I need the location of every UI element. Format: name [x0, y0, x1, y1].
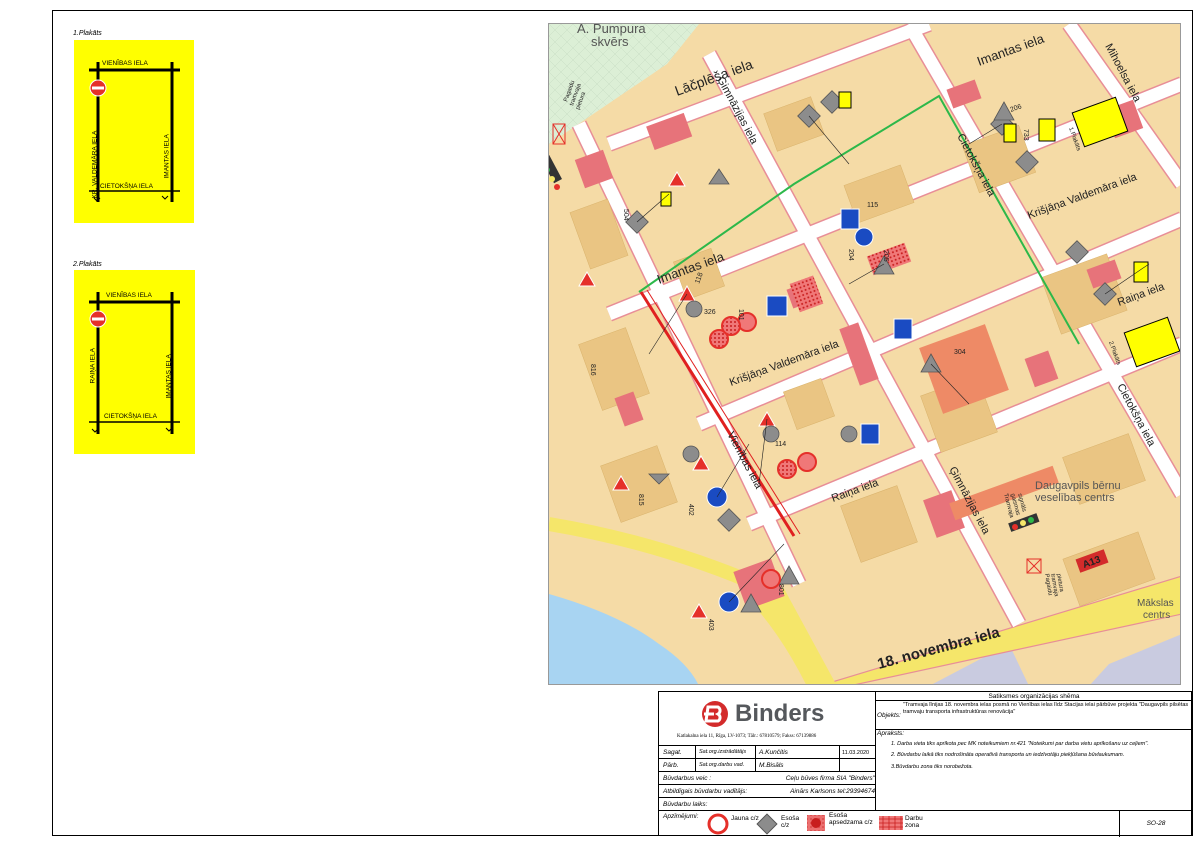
sign-label: 326 — [704, 309, 716, 316]
sign-label: 205 — [882, 250, 889, 262]
plakats-2-top-street: VIENĪBAS IELA — [106, 292, 152, 299]
sign-label: 816 — [589, 364, 596, 376]
blue-info-sign-icon — [766, 295, 788, 317]
apraksts-line-1: 1. Darba vieta tiks aprīkota pec MK note… — [891, 741, 1149, 747]
place-clinic-line1: Daugavpils bērnu — [1035, 480, 1121, 492]
yellow-sign-icon — [1133, 261, 1149, 283]
plakats-2-bottom-street: CIETOKŠŅA IELA — [104, 413, 157, 420]
sign-label: 504 — [622, 209, 629, 221]
new-sign-icon — [797, 452, 817, 472]
blue-info-sign-icon — [860, 423, 880, 445]
sign-label: 204 — [847, 249, 854, 261]
veic-value: Ceļu būves firma SIA "Binders" — [785, 775, 875, 782]
saget-label: Sagat. — [663, 749, 682, 756]
plakats-1-top-street: VIENĪBAS IELA — [102, 60, 148, 67]
plakats-1-bottom-street: CIETOKŠŅA IELA — [100, 183, 153, 190]
sign-label: 115 — [867, 202, 878, 209]
plakats-2-title: 2.Plakāts — [73, 261, 102, 268]
sheet-title: Satiksmes organizācijas shēma — [988, 693, 1080, 700]
parb-label: Pārb. — [663, 762, 679, 769]
saget-role: Sat.org.izstrādātājs — [699, 749, 747, 755]
plakats-2: VIENĪBAS IELA CIETOKŠŅA IELA RAIŅA IELA … — [74, 270, 195, 454]
blue-info-sign-icon — [893, 318, 913, 340]
parb-name: M.Bisāls — [759, 762, 784, 769]
blue-direction-sign-icon — [854, 227, 874, 247]
legend-covered-sign-icon — [807, 815, 825, 831]
sign-label: 101 — [737, 309, 744, 321]
title-block: Binders Katlakalna iela 11, Rīga, LV-107… — [658, 691, 1193, 837]
sign-label: 304 — [954, 349, 966, 356]
traffic-map: A13 Lāčplēša iela Imantas iela Imantas i… — [548, 23, 1181, 685]
place-skvers-line2: skvērs — [591, 34, 629, 49]
covered-sign-icon — [777, 459, 797, 479]
veic-label: Būvdarbus veic : — [663, 775, 712, 782]
apraksts-line-3: 3.Būvdarbu zona tiks norobežota. — [891, 764, 973, 770]
sign-label: 403 — [707, 619, 714, 631]
apz-label: Apzīmējumi: — [663, 813, 699, 820]
blue-info-sign-icon — [840, 208, 860, 230]
legend-work-zone-icon — [879, 816, 903, 830]
place-art-line2: centrs — [1143, 610, 1170, 621]
legend-work-zone-label: Darbu zona — [905, 815, 923, 829]
company-address: Katlakalna iela 11, Rīga, LV-1073; Tālr.… — [677, 734, 817, 739]
yellow-sign-icon — [660, 191, 672, 207]
place-art-line1: Mākslas — [1137, 598, 1174, 609]
plakats-1-left-street: KR. VALDEMĀRA IELA — [91, 130, 99, 199]
saget-date: 11.03.2020 — [842, 750, 870, 756]
sheet-number: SO-28 — [1146, 820, 1166, 827]
yellow-sign-icon — [1038, 118, 1056, 142]
sign-label: 815 — [637, 494, 644, 506]
company-logo: Binders — [699, 700, 829, 730]
objekts-label: Objekts: — [877, 712, 901, 719]
legend-covered-sign-label: Esoša apsedzama c/z — [829, 812, 873, 826]
place-clinic-line2: veselības centrs — [1035, 492, 1115, 504]
legend-existing-sign-label: Esoša c/z — [781, 815, 800, 829]
sign-label: 801 — [777, 584, 784, 596]
map-canvas: A13 Lāčplēša iela Imantas iela Imantas i… — [549, 24, 1180, 684]
existing-sign-icon — [682, 445, 700, 463]
parb-role: Sat.org.darbu vad. — [699, 762, 745, 768]
apraksts-line-2: 2. Būvdarbu laikā tiks nodrošināta opera… — [891, 752, 1125, 758]
sign-label: 402 — [687, 504, 694, 516]
legend-new-sign-icon — [707, 813, 729, 835]
yellow-sign-icon — [1003, 123, 1017, 143]
sign-label: 733 — [1022, 129, 1029, 141]
saget-name: A.Kunčitis — [759, 749, 788, 756]
objekts-text: "Tramvaja līnijas 18. novembra ielas pos… — [903, 702, 1189, 715]
plakats-1-right-street: IMANTAS IELA — [163, 134, 171, 179]
plakats-1: VIENĪBAS IELA CIETOKŠŅA IELA KR. VALDEMĀ… — [74, 40, 194, 223]
existing-sign-icon — [685, 300, 703, 318]
logo-mark-icon — [702, 701, 728, 727]
plakats-2-right-street: IMANTAS IELA — [165, 354, 173, 399]
vaditajs-value: Ainārs Karlsons tel:29394674 — [790, 788, 875, 795]
apraksts-label: Apraksts: — [877, 730, 905, 737]
sign-label: 114 — [775, 441, 786, 448]
existing-sign-icon — [840, 425, 858, 443]
logo-text: Binders — [735, 700, 825, 727]
plakats-1-title: 1.Plakāts — [73, 30, 102, 37]
laiks-label: Būvdarbu laiks: — [663, 801, 708, 808]
plakats-2-left-street: RAIŅA IELA — [89, 348, 97, 384]
vaditajs-label: Atbildīgais būvdarbu vadītājs: — [663, 788, 748, 795]
legend-existing-sign-icon — [756, 813, 778, 835]
yellow-sign-icon — [838, 91, 852, 109]
